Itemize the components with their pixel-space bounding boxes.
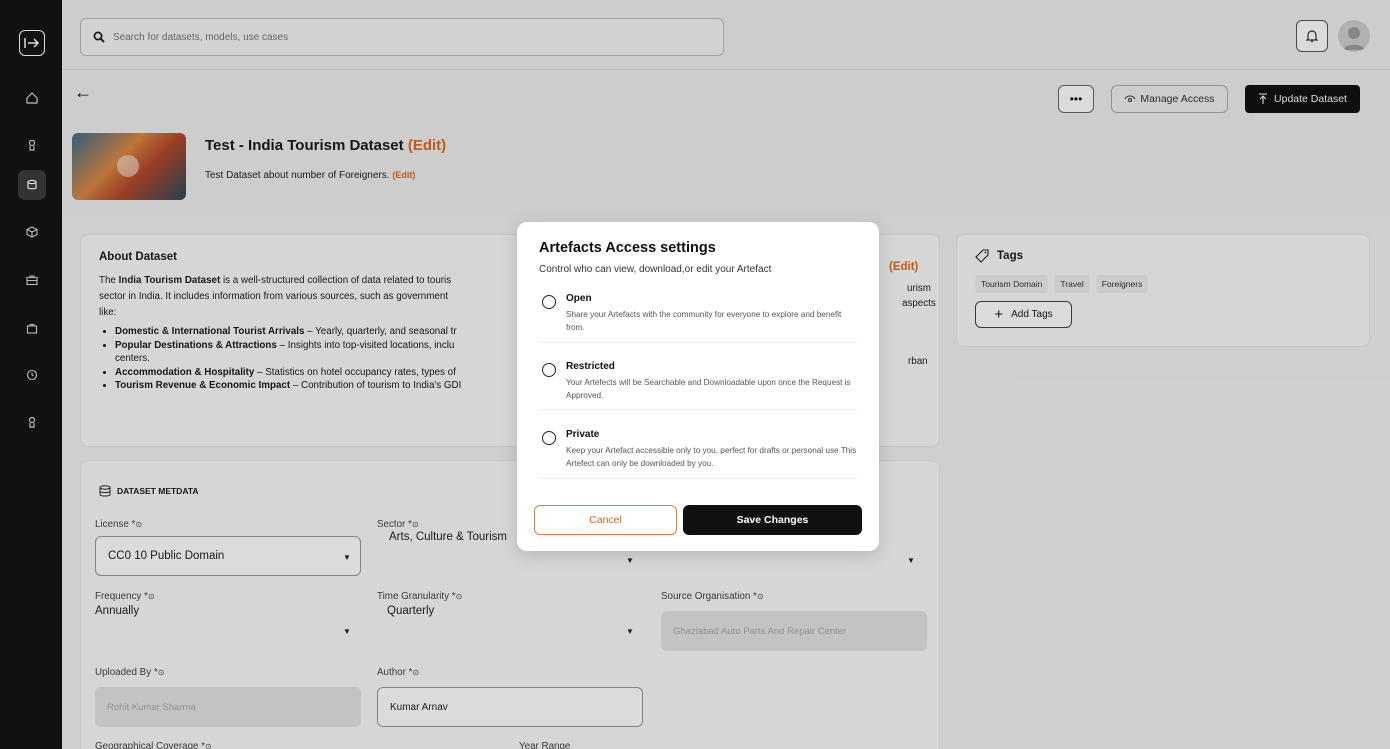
option-title: Private	[566, 429, 600, 440]
option-title: Open	[566, 293, 592, 304]
radio-button[interactable]	[542, 363, 556, 377]
sidebar	[0, 0, 62, 749]
database-icon[interactable]	[22, 175, 42, 195]
option-description: Share your Artefacts with the community …	[566, 310, 842, 332]
cancel-button[interactable]: Cancel	[534, 505, 677, 535]
access-option-private[interactable]: Private Keep your Artefact accessible on…	[539, 429, 857, 479]
modal-subtitle: Control who can view, download,or edit y…	[539, 264, 772, 275]
option-description: Keep your Artefact accessible only to yo…	[566, 446, 857, 468]
home-icon[interactable]	[22, 88, 42, 108]
option-title: Restricted	[566, 361, 615, 372]
radio-button[interactable]	[542, 295, 556, 309]
expand-icon	[24, 38, 40, 48]
option-description: Your Artefects will be Searchable and Do…	[566, 378, 851, 400]
save-changes-button[interactable]: Save Changes	[683, 505, 862, 535]
access-option-restricted[interactable]: Restricted Your Artefects will be Search…	[539, 361, 857, 410]
radio-button[interactable]	[542, 431, 556, 445]
clock-icon[interactable]	[22, 365, 42, 385]
expand-sidebar-button[interactable]	[19, 30, 45, 56]
user-icon[interactable]	[22, 135, 42, 155]
briefcase-icon[interactable]	[22, 270, 42, 290]
modal-title: Artefacts Access settings	[539, 240, 716, 256]
access-option-open[interactable]: Open Share your Artefacts with the commu…	[539, 293, 857, 343]
cube-icon[interactable]	[22, 222, 42, 242]
profile-icon[interactable]	[22, 412, 42, 432]
access-settings-modal: Artefacts Access settings Control who ca…	[517, 222, 879, 551]
bag-icon[interactable]	[22, 318, 42, 338]
